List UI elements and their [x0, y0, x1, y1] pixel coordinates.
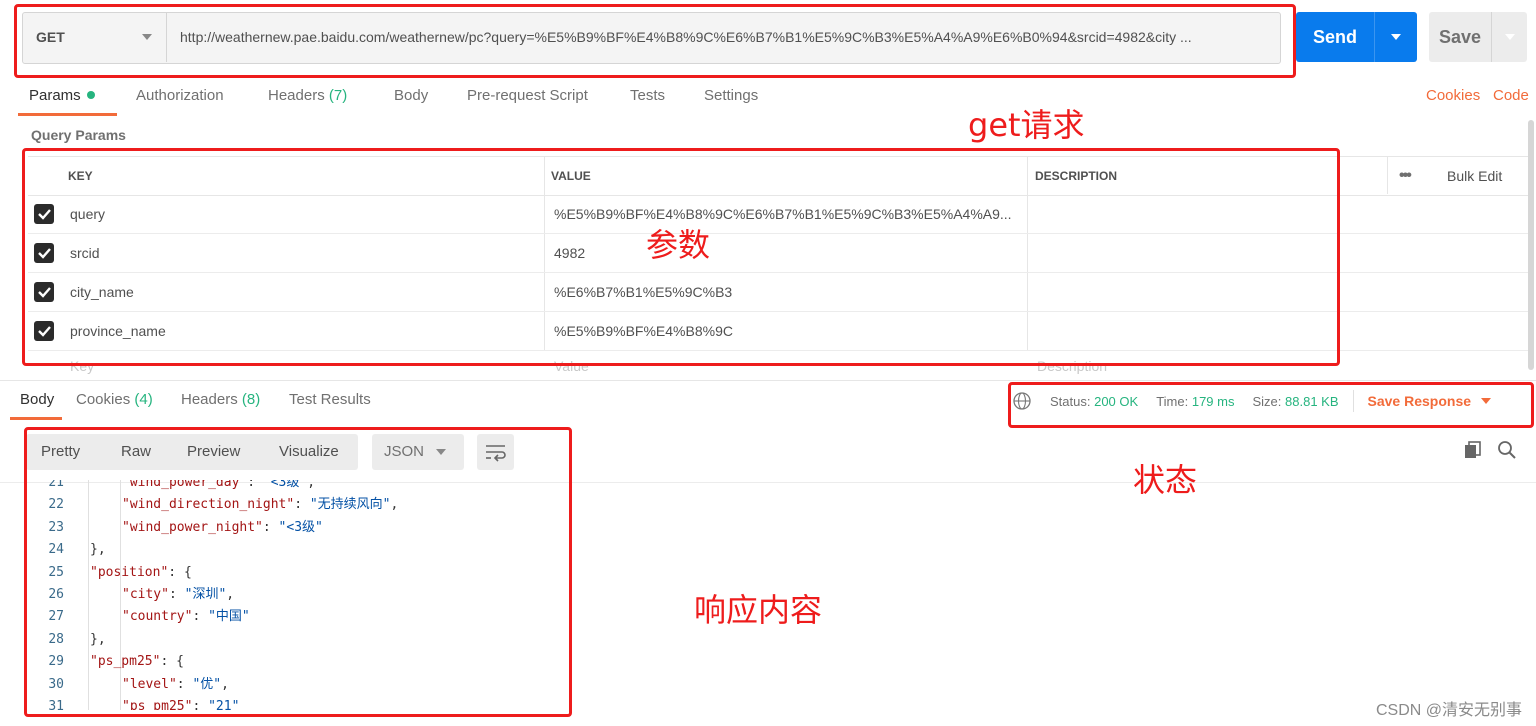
cookies-link[interactable]: Cookies	[1426, 80, 1480, 116]
tab-response-cookies[interactable]: Cookies (4)	[76, 384, 153, 420]
annotation-get-request: get请求	[968, 106, 1085, 144]
tab-pre-request-script[interactable]: Pre-request Script	[467, 80, 588, 116]
divider	[1387, 156, 1388, 194]
more-icon[interactable]: •••	[1399, 157, 1412, 195]
code-link[interactable]: Code	[1493, 80, 1529, 116]
bulk-edit-link[interactable]: Bulk Edit	[1447, 157, 1502, 195]
tab-label: Authorization	[136, 87, 224, 104]
tab-tests[interactable]: Tests	[630, 80, 665, 116]
annotation-box-request	[14, 4, 1296, 78]
scrollbar[interactable]	[1528, 120, 1534, 370]
save-options-button[interactable]	[1492, 34, 1527, 40]
tab-authorization[interactable]: Authorization	[136, 80, 224, 116]
tab-label: Body	[20, 391, 55, 408]
save-label: Save	[1438, 26, 1482, 47]
tab-response-body[interactable]: Body	[10, 384, 62, 420]
send-button[interactable]: Send	[1296, 12, 1417, 62]
annotation-response: 响应内容	[694, 591, 823, 629]
query-params-label: Query Params	[31, 127, 126, 143]
tab-headers[interactable]: Headers (7)	[268, 80, 347, 116]
tab-label: Pre-request Script	[467, 87, 588, 104]
tab-count: (7)	[328, 87, 348, 104]
status-dot	[86, 91, 95, 99]
tab-settings[interactable]: Settings	[704, 80, 758, 116]
tab-label: Settings	[704, 87, 759, 104]
send-options-button[interactable]	[1375, 34, 1417, 40]
tab-label: Headers	[268, 87, 325, 104]
divider	[0, 380, 1536, 381]
request-tabs: Params Authorization Headers (7) Body Pr…	[0, 80, 1536, 116]
chevron-down-icon	[1391, 34, 1401, 40]
chevron-down-icon	[1504, 34, 1515, 40]
tab-count: (4)	[134, 391, 153, 408]
watermark: CSDN @清安无别事	[1375, 702, 1522, 719]
tab-params[interactable]: Params	[18, 80, 117, 116]
save-button[interactable]: Save	[1429, 12, 1527, 62]
tab-label: Tests	[630, 87, 666, 104]
annotation-box-response	[24, 427, 572, 717]
tab-label: Body	[394, 87, 429, 104]
annotation-box-status	[1008, 382, 1534, 428]
tab-response-headers[interactable]: Headers (8)	[181, 384, 260, 420]
send-label: Send	[1312, 26, 1357, 47]
tab-count: (8)	[241, 391, 261, 408]
tab-label: Params	[29, 87, 81, 104]
search-icon[interactable]	[1497, 440, 1517, 460]
annotation-status: 状态	[1133, 461, 1198, 499]
annotation-params: 参数	[646, 226, 711, 264]
tab-test-results[interactable]: Test Results	[289, 384, 371, 420]
tab-label: Headers	[181, 391, 238, 408]
copy-icon[interactable]	[1463, 440, 1483, 460]
tab-body[interactable]: Body	[394, 80, 428, 116]
tab-label: Test Results	[289, 391, 371, 408]
tab-label: Cookies	[76, 391, 131, 408]
